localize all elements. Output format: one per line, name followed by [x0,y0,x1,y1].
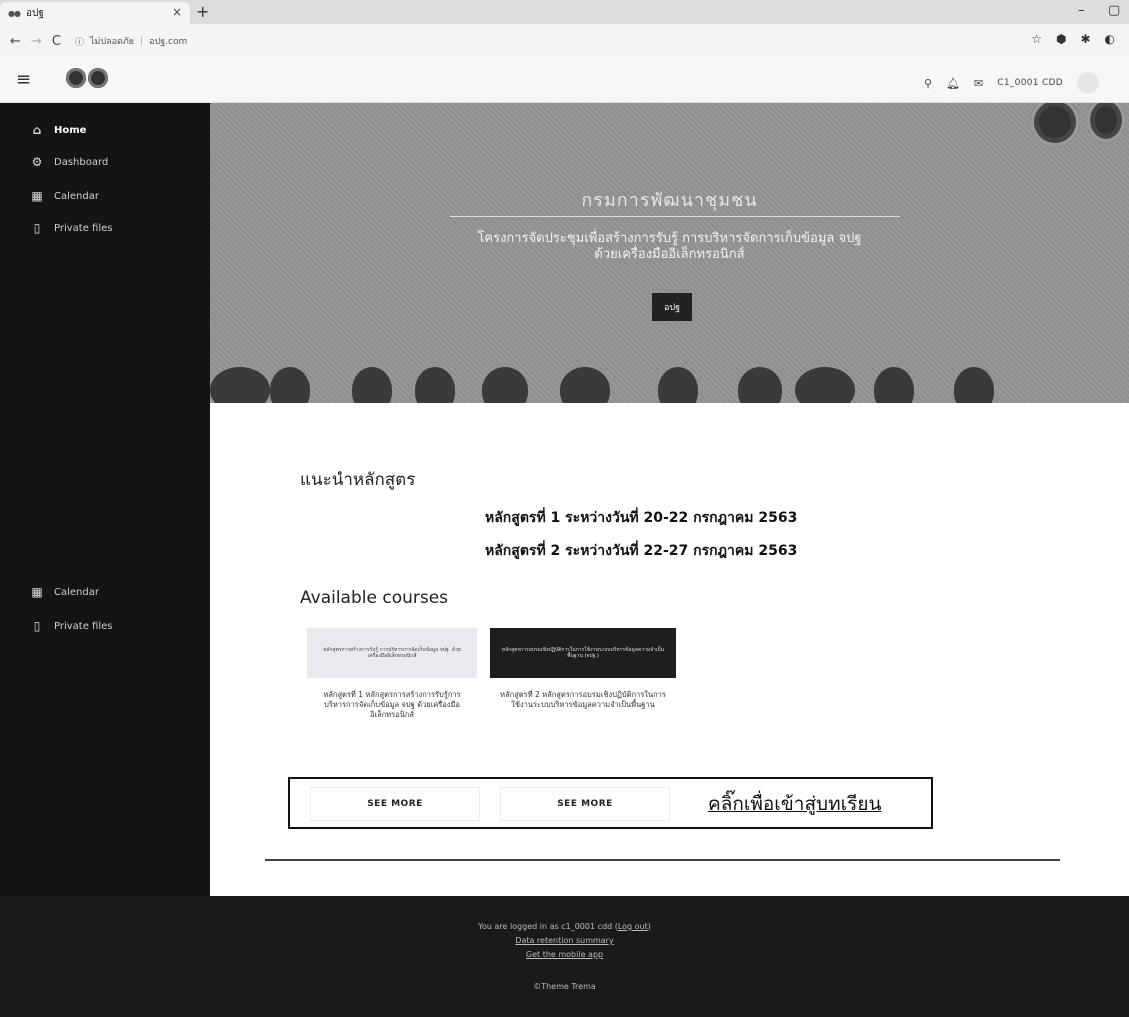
person-head-illustration [795,367,855,403]
logo-emblem-icon [66,68,86,88]
url-text: อปฐ.com [149,37,188,47]
site-logo[interactable] [66,68,108,88]
person-head-illustration [210,367,270,403]
course-card-image[interactable]: หลักสูตรการสร้างการรับรู้ การบริหารการจั… [307,628,477,678]
info-icon: ⓘ [74,37,84,48]
search-icon[interactable]: ⚲ [924,77,932,90]
address-bar: ← → C ⓘ ไม่ปลอดภัย | อปฐ.com ☆ ⬢ ✱ ◐ [0,24,1129,59]
logo-seal-icon [88,68,108,88]
avatar[interactable] [1077,72,1099,94]
person-head-illustration [738,367,782,403]
sidebar-item-private-files-2[interactable]: ▯ Private files [30,619,113,633]
course-schedule-1: หลักสูตรที่ 1 ระหว่างวันที่ 20-22 กรกฎาค… [485,510,798,526]
hero-subtitle-line2: ด้วยเครื่องมืออิเล็กทรอนิกส์ [594,247,745,262]
url-field[interactable]: ⓘ ไม่ปลอดภัย | อปฐ.com [75,34,187,48]
dashboard-icon: ⚙ [31,155,43,169]
header-user-area: ⚲ 🔔︎ ✉︎ C1_0001 CDD [924,72,1099,94]
hero-title: กรมการพัฒนาชุมชน [581,190,758,211]
notification-bell-icon[interactable]: 🔔︎ [946,77,960,90]
hero-subtitle-line1: โครงการจัดประชุมเพื่อสร้างการรับรู้ การบ… [477,231,862,246]
theme-credit: ©Theme Trema [533,982,596,991]
person-head-illustration [270,367,310,403]
logged-in-prefix: You are logged in as c1_0001 cdd ( [478,922,618,931]
person-head-illustration [874,367,914,403]
sidebar-item-label: Private files [54,620,113,632]
person-head-illustration [415,367,455,403]
sidebar-item-dashboard[interactable]: ⚙ Dashboard [30,155,109,169]
sidebar-item-label: Dashboard [54,156,109,168]
people-illustration [210,333,1129,403]
person-head-illustration [560,367,610,403]
content-divider [265,859,1060,861]
browser-tab[interactable]: ●● อปฐ × [0,2,190,24]
logout-link[interactable]: Log out [618,922,648,931]
sidebar-item-calendar-2[interactable]: ▦ Calendar [30,585,99,599]
sidebar: ⌂ Home ⚙ Dashboard ▦ Calendar ▯ Private … [0,103,210,897]
mobile-app-link[interactable]: Get the mobile app [526,950,603,959]
see-more-button[interactable]: SEE MORE [310,787,480,821]
sidebar-item-label: Calendar [54,586,99,598]
mobile-app-row: Get the mobile app [0,950,1129,959]
forward-icon[interactable]: → [31,34,42,49]
minimize-icon[interactable]: – [1078,3,1085,18]
file-icon: ▯ [33,221,41,235]
restore-icon[interactable]: ▢ [1108,3,1120,18]
user-name[interactable]: C1_0001 CDD [997,78,1063,88]
sidebar-item-private-files[interactable]: ▯ Private files [30,221,113,235]
sidebar-item-label: Calendar [54,190,99,202]
person-head-illustration [658,367,698,403]
course-schedule-2: หลักสูตรที่ 2 ระหว่างวันที่ 22-27 กรกฎาค… [485,543,798,559]
person-head-illustration [352,367,392,403]
highlight-box: SEE MORE SEE MORE คลิ๊กเพื่อเข้าสู่บทเรี… [288,777,933,829]
browser-tab-bar: ●● อปฐ × + – ▢ [0,0,1129,24]
logged-in-info: You are logged in as c1_0001 cdd (Log ou… [0,922,1129,931]
extension-icon[interactable]: ⬢ [1056,32,1066,46]
sidebar-item-label: Home [54,124,87,136]
seal-crest-icon [1086,103,1126,143]
home-icon: ⌂ [32,123,42,137]
calendar-icon: ▦ [31,585,43,599]
course-intro-heading: แนะนำหลักสูตร [300,470,416,490]
message-icon[interactable]: ✉︎ [974,77,983,90]
new-tab-icon[interactable]: + [196,2,209,21]
sidebar-item-label: Private files [54,222,113,234]
tab-title: อปฐ [25,7,44,19]
hero-banner: กรมการพัฒนาชุมชน โครงการจัดประชุมเพื่อสร… [210,103,1129,403]
reload-icon[interactable]: C [52,34,61,49]
site-header: ≡ ⚲ 🔔︎ ✉︎ C1_0001 CDD [0,58,1129,103]
main-content: แนะนำหลักสูตร หลักสูตรที่ 1 ระหว่างวันที… [210,403,1129,896]
bookmark-star-icon[interactable]: ☆ [1031,32,1042,46]
data-retention-link[interactable]: Data retention summary [515,936,613,945]
hero-subtitle: โครงการจัดประชุมเพื่อสร้างการรับรู้ การบ… [210,231,1129,263]
calendar-icon: ▦ [31,189,43,203]
sidebar-item-calendar[interactable]: ▦ Calendar [30,189,99,203]
puzzle-icon[interactable]: ✱ [1080,32,1090,46]
favicon-icon: ●● [8,8,21,18]
file-icon: ▯ [33,619,41,633]
page-footer: You are logged in as c1_0001 cdd (Log ou… [0,896,1129,1017]
menu-toggle-icon[interactable]: ≡ [16,69,31,90]
available-courses-heading: Available courses [300,588,449,608]
course-card-title[interactable]: หลักสูตรที่ 1 หลักสูตรการสร้างการรับรู้ก… [307,690,477,720]
person-head-illustration [482,367,528,403]
course-card-1[interactable]: หลักสูตรการสร้างการรับรู้ การบริหารการจั… [307,628,477,720]
hero-button[interactable]: อปฐ [652,293,692,321]
data-retention-row: Data retention summary [0,936,1129,945]
close-tab-icon[interactable]: × [172,5,182,19]
seal-emblem-icon [1030,103,1080,147]
logged-in-suffix: ) [647,922,651,931]
extension-bar: ☆ ⬢ ✱ ◐ [1031,32,1115,46]
profile-icon[interactable]: ◐ [1105,32,1115,46]
see-more-button[interactable]: SEE MORE [500,787,670,821]
hero-divider [450,216,900,217]
enter-lesson-callout: คลิ๊กเพื่อเข้าสู่บทเรียน [708,793,882,815]
person-head-illustration [954,367,994,403]
sidebar-item-home[interactable]: ⌂ Home [30,123,87,137]
course-card-title[interactable]: หลักสูตรที่ 2 หลักสูตรการอบรมเชิงปฏิบัติ… [490,690,676,710]
course-card-image[interactable]: หลักสูตรการอบรมเชิงปฏิบัติการในการใช้งาน… [490,628,676,678]
course-card-2[interactable]: หลักสูตรการอบรมเชิงปฏิบัติการในการใช้งาน… [490,628,676,710]
back-icon[interactable]: ← [10,34,21,49]
url-security-label: ไม่ปลอดภัย [89,37,135,47]
url-separator: | [140,36,144,46]
